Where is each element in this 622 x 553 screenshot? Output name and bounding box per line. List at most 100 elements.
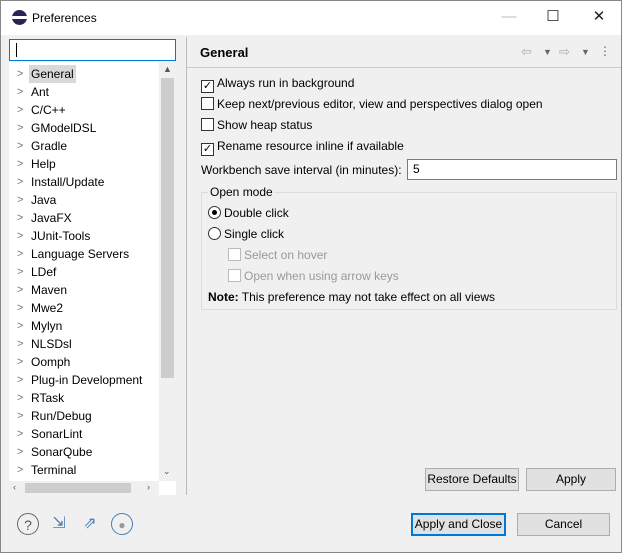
checkbox-label: Select on hover (244, 248, 328, 262)
back-menu-icon[interactable]: ▼ (543, 47, 552, 57)
preference-tree: > Terminal > SonarQube > SonarLint > Run/Debug >… (9, 62, 176, 495)
tree-item-label: JavaFX (31, 211, 72, 225)
tree-item-label: Ant (31, 85, 50, 99)
checkbox-icon (201, 118, 214, 131)
radio-icon (208, 206, 221, 219)
back-icon[interactable]: ⇦ (521, 44, 532, 60)
chevron-right-icon[interactable]: > (17, 299, 23, 317)
chevron-right-icon[interactable]: > (17, 245, 23, 263)
tree-item-label: Java (31, 193, 57, 207)
chevron-right-icon[interactable]: > (17, 461, 23, 479)
checkbox-label: Always run in background (217, 76, 355, 90)
tree-item-label: Plug-in Development (31, 373, 143, 387)
tree-item-label: Mylyn (31, 319, 63, 333)
chevron-right-icon[interactable]: > (17, 65, 23, 83)
tree-item-label: JUnit-Tools (31, 229, 91, 243)
chevron-right-icon[interactable]: > (17, 335, 23, 353)
export-icon[interactable]: ⇗ (79, 513, 101, 535)
chevron-right-icon[interactable]: > (17, 191, 23, 209)
checkbox-label: Keep next/previous editor, view and pers… (217, 97, 543, 111)
forward-icon[interactable]: ⇨ (559, 44, 570, 60)
tree-item-label: C/C++ (31, 103, 66, 117)
chevron-right-icon[interactable]: > (17, 425, 23, 443)
save-interval-input[interactable]: 5 (407, 159, 617, 180)
tree-item-label: Help (31, 157, 56, 171)
view-menu-icon[interactable]: ⋮ (599, 44, 611, 58)
chevron-right-icon[interactable]: > (17, 353, 23, 371)
import-icon[interactable]: ⇲ (48, 513, 70, 535)
record-icon[interactable]: ● (111, 513, 133, 535)
note-label: Note: (208, 290, 239, 304)
apply-button[interactable]: Apply (526, 468, 616, 491)
preferences-window: Preferences — ☐ ✕ > Terminal > SonarQube > So… (0, 0, 622, 553)
vertical-scrollbar[interactable]: ▲ ⌄ (159, 62, 176, 481)
minimize-button[interactable]: — (487, 5, 531, 29)
checkbox-label: Show heap status (217, 118, 313, 132)
open-arrow-keys-checkbox[interactable]: Open when using arrow keys (228, 267, 399, 285)
chevron-right-icon[interactable]: > (17, 173, 23, 191)
open-mode-group: Open mode Double click Single click Sele… (201, 185, 617, 310)
tree-item-label: SonarQube (31, 445, 93, 459)
save-interval-label: Workbench save interval (in minutes): (201, 163, 402, 177)
select-on-hover-checkbox[interactable]: Select on hover (228, 246, 327, 264)
checkbox-icon (228, 248, 241, 261)
filter-input[interactable] (9, 39, 176, 61)
maximize-button[interactable]: ☐ (531, 5, 575, 29)
scroll-left-icon[interactable]: ‹ (13, 482, 16, 492)
checkbox-label: Rename resource inline if available (217, 139, 404, 153)
chevron-right-icon[interactable]: > (17, 101, 23, 119)
scroll-up-icon[interactable]: ▲ (163, 64, 172, 74)
option-checkbox[interactable]: Keep next/previous editor, view and pers… (201, 95, 543, 113)
eclipse-logo-icon (12, 10, 27, 25)
close-button[interactable]: ✕ (577, 5, 621, 29)
tree-item-label: GModelDSL (31, 121, 97, 135)
tree-item-label: Run/Debug (31, 409, 92, 423)
horizontal-scrollbar[interactable]: ‹ › (9, 481, 159, 495)
apply-and-close-button[interactable]: Apply and Close (411, 513, 506, 536)
single-click-radio[interactable]: Single click (208, 225, 284, 243)
open-mode-label: Open mode (208, 185, 275, 199)
chevron-right-icon[interactable]: > (17, 389, 23, 407)
checkbox-icon: ✓ (201, 143, 214, 156)
chevron-right-icon[interactable]: > (17, 371, 23, 389)
chevron-right-icon[interactable]: > (17, 209, 23, 227)
chevron-right-icon[interactable]: > (17, 83, 23, 101)
tree-item-label: LDef (31, 265, 57, 279)
chevron-right-icon[interactable]: > (17, 137, 23, 155)
scroll-right-icon[interactable]: › (147, 482, 150, 492)
tree-item-label: Gradle (31, 139, 68, 153)
window-title: Preferences (32, 11, 97, 25)
chevron-right-icon[interactable]: > (17, 119, 23, 137)
option-checkbox[interactable]: ✓ Always run in background (201, 74, 355, 93)
radio-label: Double click (224, 206, 289, 220)
tree-item-label: Language Servers (31, 247, 130, 261)
tree-item-label: Oomph (31, 355, 71, 369)
tree-item-label: SonarLint (31, 427, 83, 441)
forward-menu-icon[interactable]: ▼ (581, 47, 590, 57)
chevron-right-icon[interactable]: > (17, 407, 23, 425)
scroll-thumb[interactable] (161, 78, 174, 378)
chevron-right-icon[interactable]: > (17, 263, 23, 281)
tree-item-label: Maven (31, 283, 68, 297)
chevron-right-icon[interactable]: > (17, 317, 23, 335)
checkbox-icon (201, 97, 214, 110)
tree-item-label: Mwe2 (31, 301, 64, 315)
scroll-thumb[interactable] (25, 483, 131, 493)
help-icon[interactable]: ? (17, 513, 39, 535)
cancel-button[interactable]: Cancel (517, 513, 610, 536)
restore-defaults-button[interactable]: Restore Defaults (425, 468, 519, 491)
chevron-right-icon[interactable]: > (17, 281, 23, 299)
preference-page: General ⇦ ▼ ⇨ ▼ ⋮ ✓ Always run in backgro… (187, 37, 621, 495)
checkbox-icon (228, 269, 241, 282)
option-checkbox[interactable]: ✓ Rename resource inline if available (201, 137, 404, 156)
tree-item-label: Terminal (31, 463, 77, 477)
note-text: This preference may not take effect on a… (241, 290, 496, 304)
tree-item-label: RTask (31, 391, 65, 405)
chevron-right-icon[interactable]: > (17, 443, 23, 461)
double-click-radio[interactable]: Double click (208, 204, 289, 222)
option-checkbox[interactable]: Show heap status (201, 116, 312, 134)
chevron-right-icon[interactable]: > (17, 227, 23, 245)
scroll-down-icon[interactable]: ⌄ (163, 466, 171, 477)
checkbox-icon: ✓ (201, 80, 214, 93)
chevron-right-icon[interactable]: > (17, 155, 23, 173)
